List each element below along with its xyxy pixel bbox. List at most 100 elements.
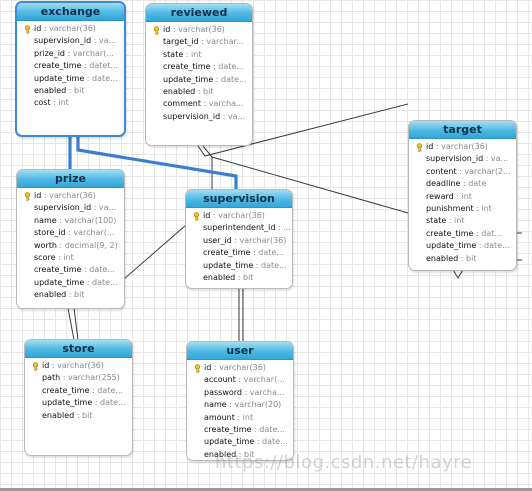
column-row[interactable]: enabled : bit <box>23 85 124 97</box>
column-row[interactable]: create_time : datet... <box>23 60 124 72</box>
column-type: date... <box>100 398 126 408</box>
column-row[interactable]: reward : int <box>415 191 516 203</box>
column-row[interactable]: update_time : date... <box>415 240 516 252</box>
column-name: id <box>34 24 42 33</box>
column-row[interactable]: state : int <box>152 49 252 61</box>
column-row[interactable]: path : varchar(255) <box>31 372 132 384</box>
column-row[interactable]: id : varchar(36) <box>23 23 124 35</box>
column-name: score <box>34 252 56 262</box>
column-type: va... <box>227 111 246 121</box>
table-exchange[interactable]: exchange id : varchar(36) supervision_id … <box>15 1 126 137</box>
column-row[interactable]: id : varchar(36) <box>31 360 132 372</box>
table-supervision[interactable]: supervision id : varchar(36) superintende… <box>185 189 293 289</box>
column-type: int <box>58 98 69 108</box>
type-separator: : <box>254 437 263 447</box>
table-header: supervision <box>186 190 292 208</box>
column-row[interactable]: prize_id : varchar(... <box>23 48 124 60</box>
column-row[interactable]: create_time : date... <box>31 385 132 397</box>
column-row[interactable]: comment : varcha... <box>152 98 252 110</box>
column-row[interactable]: score : int <box>23 252 124 264</box>
column-name: create_time <box>203 248 251 258</box>
column-row[interactable]: enabled : bit <box>415 253 516 265</box>
column-name: supervision_id <box>163 111 221 121</box>
column-row[interactable]: update_time : date... <box>192 260 292 272</box>
column-row[interactable]: punishment : int <box>415 203 516 215</box>
column-row[interactable]: enabled : bit <box>31 410 132 422</box>
column-row[interactable]: update_time : date... <box>193 436 293 448</box>
table-store[interactable]: store id : varchar(36) path : varchar(255… <box>24 339 133 456</box>
type-separator: : <box>210 211 219 220</box>
column-row[interactable]: worth : decimal(9, 2) <box>23 240 124 252</box>
column-row[interactable]: name : varchar(20) <box>193 399 293 411</box>
column-row[interactable]: update_time : date... <box>31 397 132 409</box>
type-separator: : <box>81 265 90 275</box>
edge-prize-supervision[interactable] <box>123 224 187 280</box>
column-type: date... <box>92 73 118 83</box>
column-type: varchar(100) <box>64 215 117 225</box>
column-name: state <box>163 49 184 59</box>
type-separator: : <box>81 61 90 71</box>
column-row[interactable]: enabled : bit <box>23 289 124 301</box>
table-prize[interactable]: prize id : varchar(36) supervision_id : v… <box>16 169 125 309</box>
column-row[interactable]: id : varchar(36) <box>152 24 252 36</box>
column-row[interactable]: content : varchar(2... <box>415 166 516 178</box>
column-type: date... <box>89 265 115 275</box>
table-user[interactable]: user id : varchar(36) account : varchar(.… <box>186 341 294 461</box>
column-row[interactable]: update_time : date... <box>152 74 252 86</box>
column-row[interactable]: amount : int <box>193 412 293 424</box>
column-row[interactable]: account : varchar(... <box>193 374 293 386</box>
column-row[interactable]: id : varchar(36) <box>23 190 124 202</box>
column-row[interactable]: cost : int <box>23 97 124 109</box>
column-row[interactable]: target_id : varchar... <box>152 36 252 48</box>
column-name: enabled <box>163 86 196 96</box>
column-name: update_time <box>203 260 254 270</box>
column-type: int <box>461 191 472 201</box>
column-name: create_time <box>34 265 82 275</box>
column-row[interactable]: password : varcha... <box>193 387 293 399</box>
column-list: id : varchar(36) account : varchar(... pas… <box>187 360 293 460</box>
column-name: update_time <box>426 241 477 251</box>
column-row[interactable]: id : varchar(36) <box>192 210 292 222</box>
column-type: varchar(36) <box>49 24 96 33</box>
column-row[interactable]: update_time : date... <box>23 73 124 85</box>
column-name: store_id <box>34 228 66 238</box>
table-target[interactable]: target id : varchar(36) supervision_id : … <box>408 120 517 271</box>
type-separator: : <box>235 375 244 385</box>
column-name: name <box>204 400 227 410</box>
type-separator: : <box>473 228 482 238</box>
column-row[interactable]: name : varchar(100) <box>23 215 124 227</box>
edge-prize-store[interactable] <box>67 307 75 341</box>
column-type: int <box>191 49 202 59</box>
column-row[interactable]: create_time : date... <box>193 424 293 436</box>
column-row[interactable]: create_time : dat... <box>415 228 516 240</box>
column-row[interactable]: enabled : bit <box>152 86 252 98</box>
column-row[interactable]: id : varchar(36) <box>193 362 293 374</box>
column-row[interactable]: enabled : bit <box>192 272 292 284</box>
column-row[interactable]: state : int <box>415 215 516 227</box>
column-row[interactable]: deadline : date <box>415 178 516 190</box>
column-type: datet... <box>89 61 119 71</box>
column-row[interactable]: supervision_id : va... <box>152 111 252 123</box>
column-row[interactable]: supervision_id : va... <box>415 153 516 165</box>
column-type: date... <box>259 424 285 434</box>
column-name: user_id <box>203 235 232 245</box>
column-type: date... <box>258 248 284 258</box>
column-row[interactable]: supervision_id : va... <box>23 202 124 214</box>
column-row[interactable]: create_time : date... <box>192 247 292 259</box>
column-row[interactable]: store_id : varchar(... <box>23 227 124 239</box>
column-type: varchar(36) <box>218 211 265 220</box>
primary-key-icon <box>193 363 202 373</box>
column-row[interactable]: update_time : date... <box>23 277 124 289</box>
column-row[interactable]: id : varchar(36) <box>415 141 516 153</box>
column-row[interactable]: create_time : date... <box>152 61 252 73</box>
type-separator: : <box>241 387 250 397</box>
column-row[interactable]: user_id : varchar(36) <box>192 235 292 247</box>
column-row[interactable]: superintendent_id : ... <box>192 222 292 234</box>
column-type: date... <box>92 277 118 287</box>
column-row[interactable]: supervision_id : va... <box>23 35 124 47</box>
column-row[interactable]: create_time : date... <box>23 264 124 276</box>
table-reviewed[interactable]: reviewed id : varchar(36) target_id : var… <box>145 3 253 146</box>
column-name: name <box>34 215 57 225</box>
type-separator: : <box>41 191 50 200</box>
type-separator: : <box>473 203 482 213</box>
